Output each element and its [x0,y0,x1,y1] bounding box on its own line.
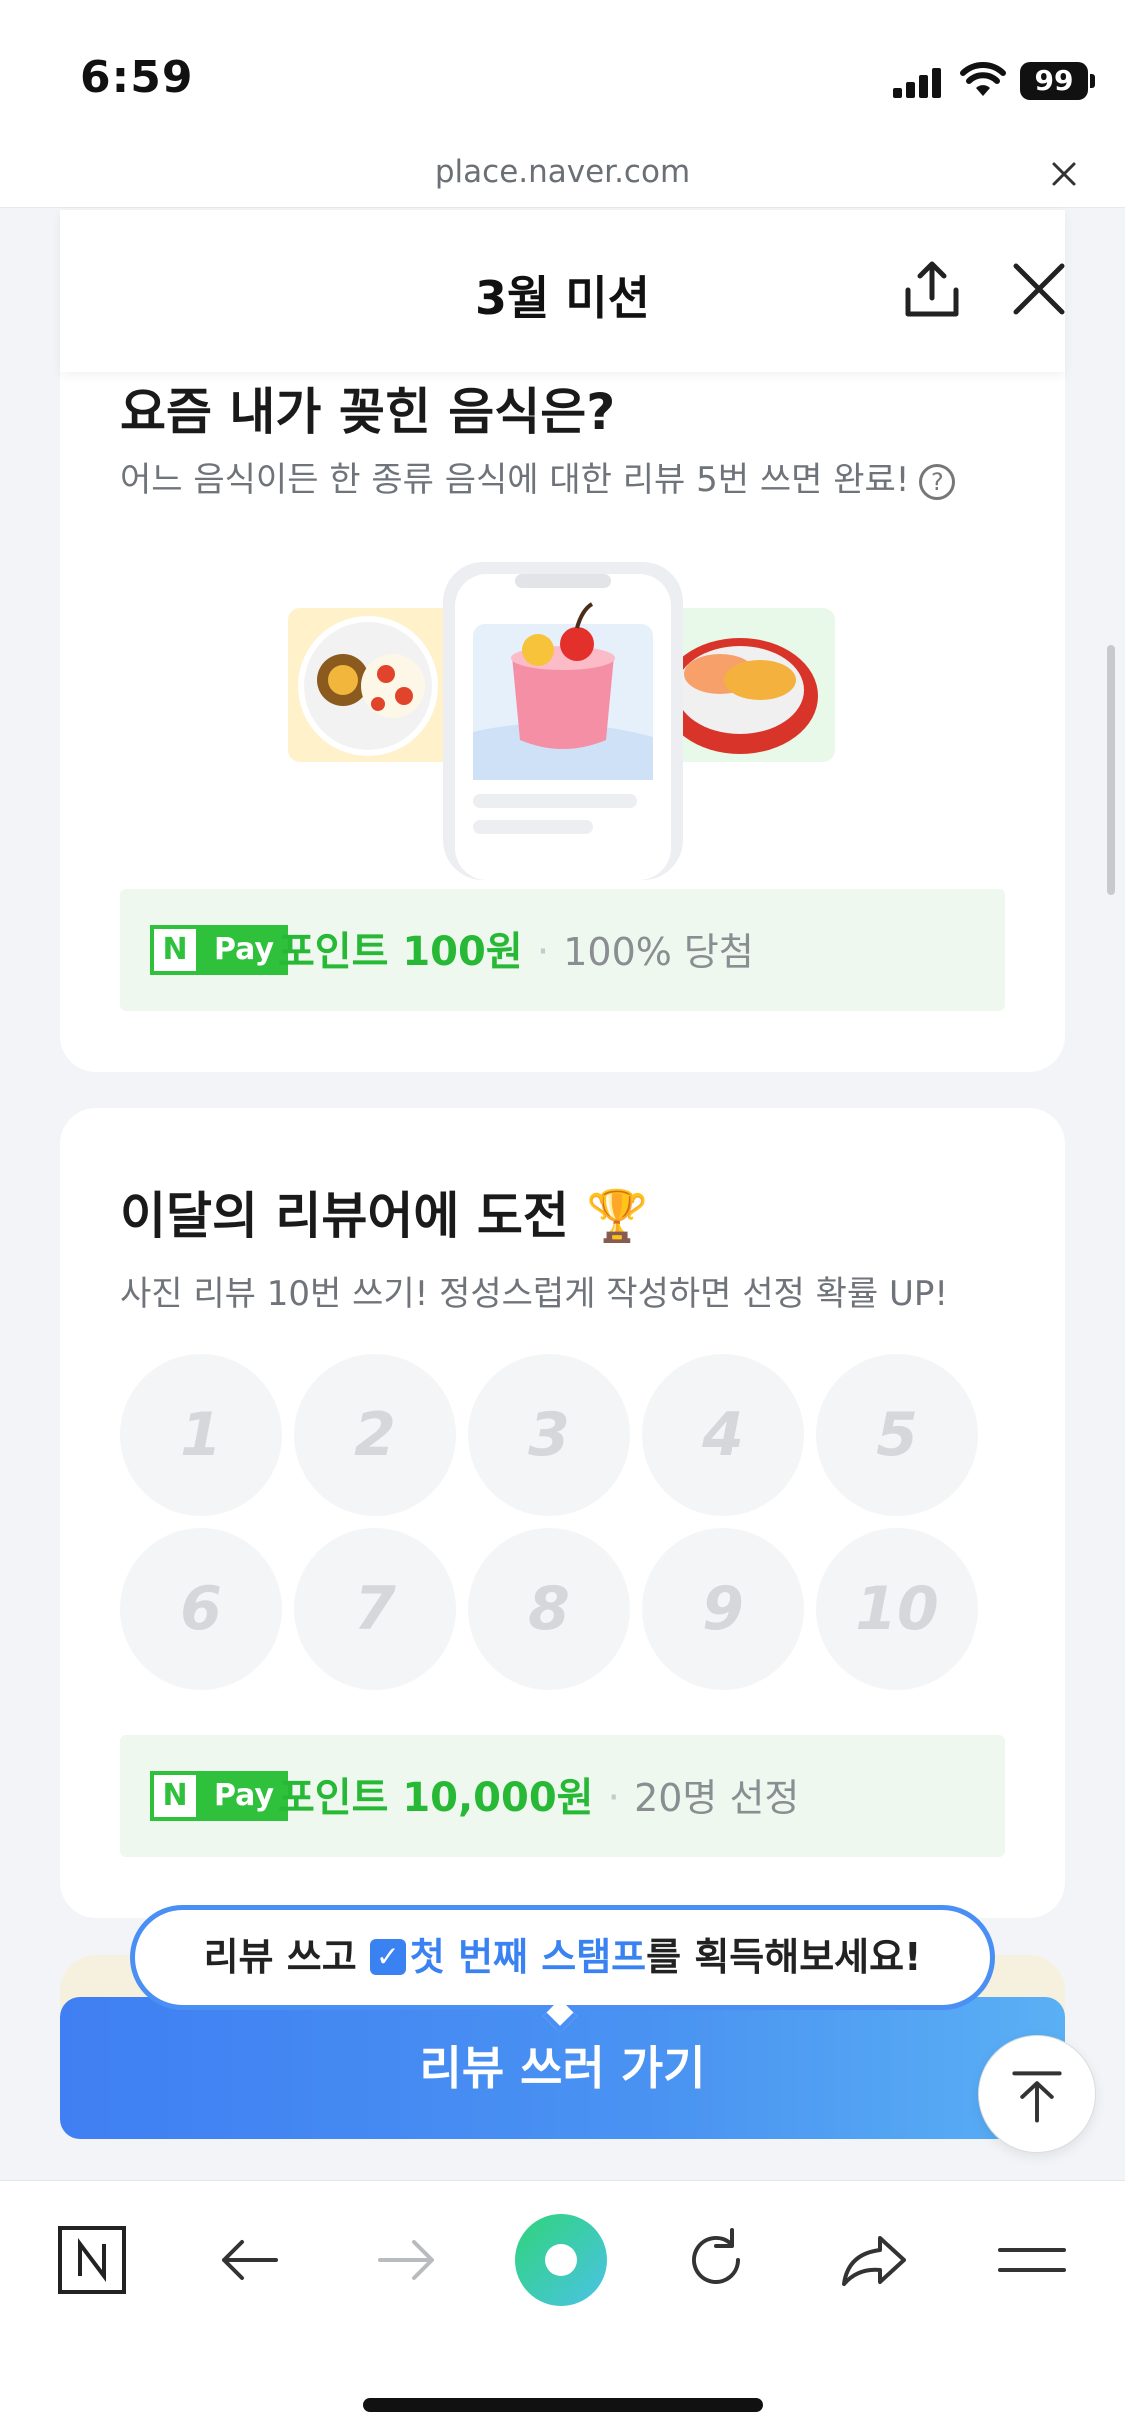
stamp-slot: 3 [468,1354,630,1516]
pay-label: Pay [200,925,289,975]
cellular-signal-icon [893,68,941,98]
stamp-slot: 2 [294,1354,456,1516]
stamp-slot: 7 [294,1528,456,1690]
reward-amount: 포인트 10,000원 [278,1775,594,1821]
forward-arrow-icon[interactable] [366,2220,446,2300]
url-bar[interactable]: place.naver.com [0,140,1125,208]
stamp-slot: 4 [642,1354,804,1516]
reward-box: N Pay 포인트 10,000원 · 20명 선정 [120,1735,1005,1857]
status-bar: 6:59 99 [0,0,1125,140]
stamp-tooltip: 리뷰 쓰고 ✓ 첫 번째 스탬프를 획득해보세요! [130,1905,995,2010]
mission-title: 요즘 내가 꽂힌 음식은? [120,383,616,441]
stamp-slot: 6 [120,1528,282,1690]
help-icon[interactable]: ? [919,463,956,500]
stamp-slot: 5 [816,1354,978,1516]
share-forward-icon[interactable] [834,2220,914,2300]
scrollbar[interactable] [1107,645,1115,895]
tooltip-prefix: 리뷰 쓰고 [203,1935,370,1979]
naver-n-icon: N [150,925,200,975]
reward-box: N Pay 포인트 100원 · 100% 당첨 [120,889,1005,1011]
reward-separator: · [607,1775,621,1821]
mission-subtitle: 어느 음식이든 한 종류 음식에 대한 리뷰 5번 쓰면 완료!? [120,452,956,501]
naver-n-icon: N [150,1771,200,1821]
menu-icon[interactable] [992,2220,1072,2300]
food-illustration [288,562,835,880]
reward-text: 포인트 100원 · 100% 당첨 [278,919,754,977]
back-arrow-icon[interactable] [210,2220,290,2300]
reward-condition: 100% 당첨 [563,930,754,974]
close-icon[interactable] [1010,260,1068,318]
stamp-slot: 9 [642,1528,804,1690]
stamp-slot: 10 [816,1528,978,1690]
checkbox-icon: ✓ [369,1938,406,1975]
status-time: 6:59 [80,52,194,103]
naver-home-icon[interactable] [52,2220,132,2300]
mission-card-reviewer-challenge: 이달의 리뷰어에 도전 🏆 사진 리뷰 10번 쓰기! 정성스럽게 작성하면 선… [60,1108,1065,1918]
tooltip-highlight: 첫 번째 스탬프 [409,1935,647,1979]
refresh-icon[interactable] [676,2220,756,2300]
reward-amount: 포인트 100원 [278,929,523,975]
pay-label: Pay [200,1771,289,1821]
share-icon[interactable] [900,258,964,322]
reward-condition: 20명 선정 [634,1776,800,1820]
close-tab-icon[interactable] [1046,156,1082,192]
naver-pay-logo: N Pay [150,925,289,975]
mission-card-favorite-food: 요즘 내가 꽂힌 음식은? 어느 음식이든 한 종류 음식에 대한 리뷰 5번 … [60,372,1065,1072]
green-dot-icon[interactable] [513,2212,609,2308]
reward-text: 포인트 10,000원 · 20명 선정 [278,1765,799,1823]
stamp-slot: 1 [120,1354,282,1516]
reward-separator: · [536,929,550,975]
battery-indicator: 99 [1020,62,1095,100]
naver-pay-logo: N Pay [150,1771,289,1821]
home-indicator [363,2398,763,2412]
stamp-slot: 8 [468,1528,630,1690]
tooltip-suffix: 를 획득해보세요! [646,1935,922,1979]
mission-subtitle: 사진 리뷰 10번 쓰기! 정성스럽게 작성하면 선정 확률 UP! [120,1274,948,1314]
mission-subtitle-text: 어느 음식이든 한 종류 음식에 대한 리뷰 5번 쓰면 완료! [120,460,910,500]
scroll-top-button[interactable] [978,2035,1096,2153]
url-text: place.naver.com [434,154,691,190]
wifi-icon [960,62,1006,96]
mission-title: 이달의 리뷰어에 도전 🏆 [120,1187,649,1245]
